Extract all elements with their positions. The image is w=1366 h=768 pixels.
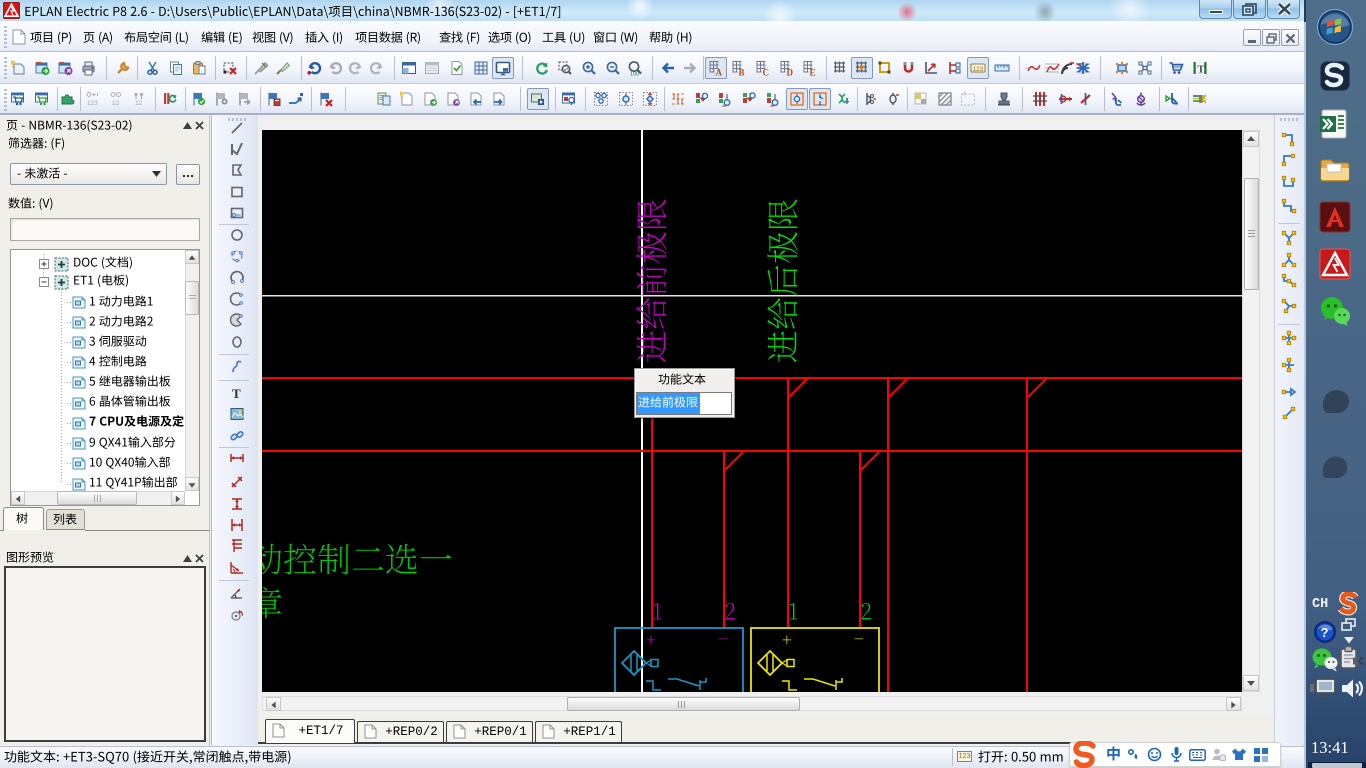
svg-text:A: A	[716, 68, 723, 77]
svg-text:100: 100	[630, 72, 639, 77]
svg-text:123: 123	[973, 66, 984, 73]
svg-text:?: ?	[1321, 625, 1329, 640]
svg-text:D: D	[787, 68, 794, 77]
svg-text:123: 123	[87, 100, 98, 107]
svg-text:B: B	[739, 68, 745, 77]
svg-text:C: C	[763, 68, 770, 77]
svg-text:12: 12	[112, 100, 120, 107]
svg-text:T: T	[232, 386, 241, 401]
svg-text:12: 12	[135, 100, 143, 107]
svg-text:T: T	[1197, 64, 1205, 76]
svg-text:E: E	[810, 68, 816, 77]
